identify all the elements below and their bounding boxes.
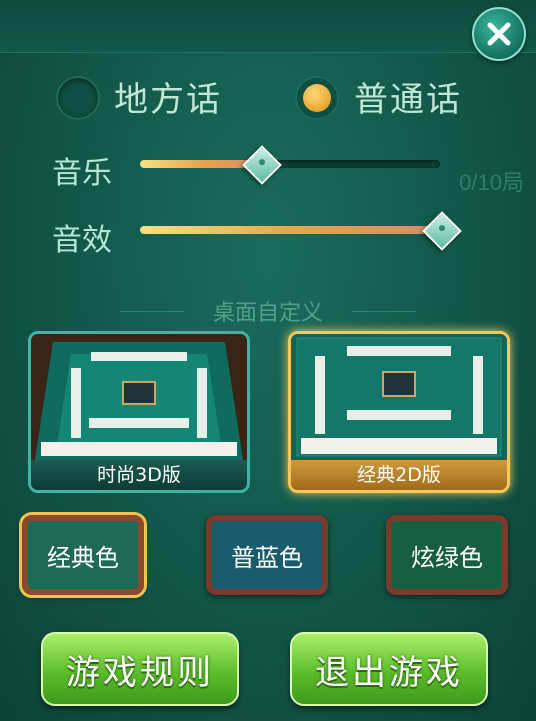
dialect-mandarin-label[interactable]: 普通话	[354, 72, 462, 121]
dialect-local-radio[interactable]	[56, 76, 100, 120]
game-rules-button[interactable]: 游戏规则	[41, 632, 239, 706]
panel-header	[0, 0, 536, 53]
round-counter: 0/10局	[459, 170, 524, 195]
effects-slider-thumb[interactable]	[422, 211, 462, 251]
theme-2d-card[interactable]: 经典2D版	[288, 331, 510, 493]
color-classic-button[interactable]: 经典色	[19, 512, 147, 598]
effects-slider[interactable]	[140, 211, 462, 251]
dialect-mandarin-radio[interactable]	[295, 76, 339, 120]
dialect-local-label[interactable]: 地方话	[114, 72, 222, 121]
music-label: 音乐	[52, 156, 112, 191]
color-blue-label: 普蓝色	[231, 543, 303, 572]
settings-panel: 0/10局 地方话 普通话 音乐 音效 桌面自定义 时尚3D版 经典2D版 经典…	[0, 0, 536, 721]
effects-slider-fill	[140, 226, 440, 234]
close-button[interactable]	[472, 7, 526, 61]
music-slider[interactable]	[140, 145, 440, 185]
exit-game-button[interactable]: 退出游戏	[290, 632, 488, 706]
color-blue-button[interactable]: 普蓝色	[206, 515, 328, 595]
theme-3d-card[interactable]: 时尚3D版	[28, 331, 250, 493]
color-green-label: 炫绿色	[411, 543, 483, 572]
effects-label: 音效	[52, 223, 112, 258]
theme-2d-preview	[291, 334, 507, 460]
theme-3d-preview	[31, 334, 247, 460]
close-icon	[487, 22, 511, 46]
section-divider-right	[352, 311, 416, 312]
theme-2d-caption: 经典2D版	[291, 460, 507, 490]
color-classic-label: 经典色	[47, 543, 119, 572]
color-green-button[interactable]: 炫绿色	[386, 515, 508, 595]
music-slider-thumb[interactable]	[242, 145, 282, 185]
exit-game-label: 退出游戏	[315, 652, 463, 693]
game-rules-label: 游戏规则	[66, 652, 214, 693]
theme-3d-caption: 时尚3D版	[31, 460, 247, 490]
table-custom-title: 桌面自定义	[212, 301, 323, 326]
